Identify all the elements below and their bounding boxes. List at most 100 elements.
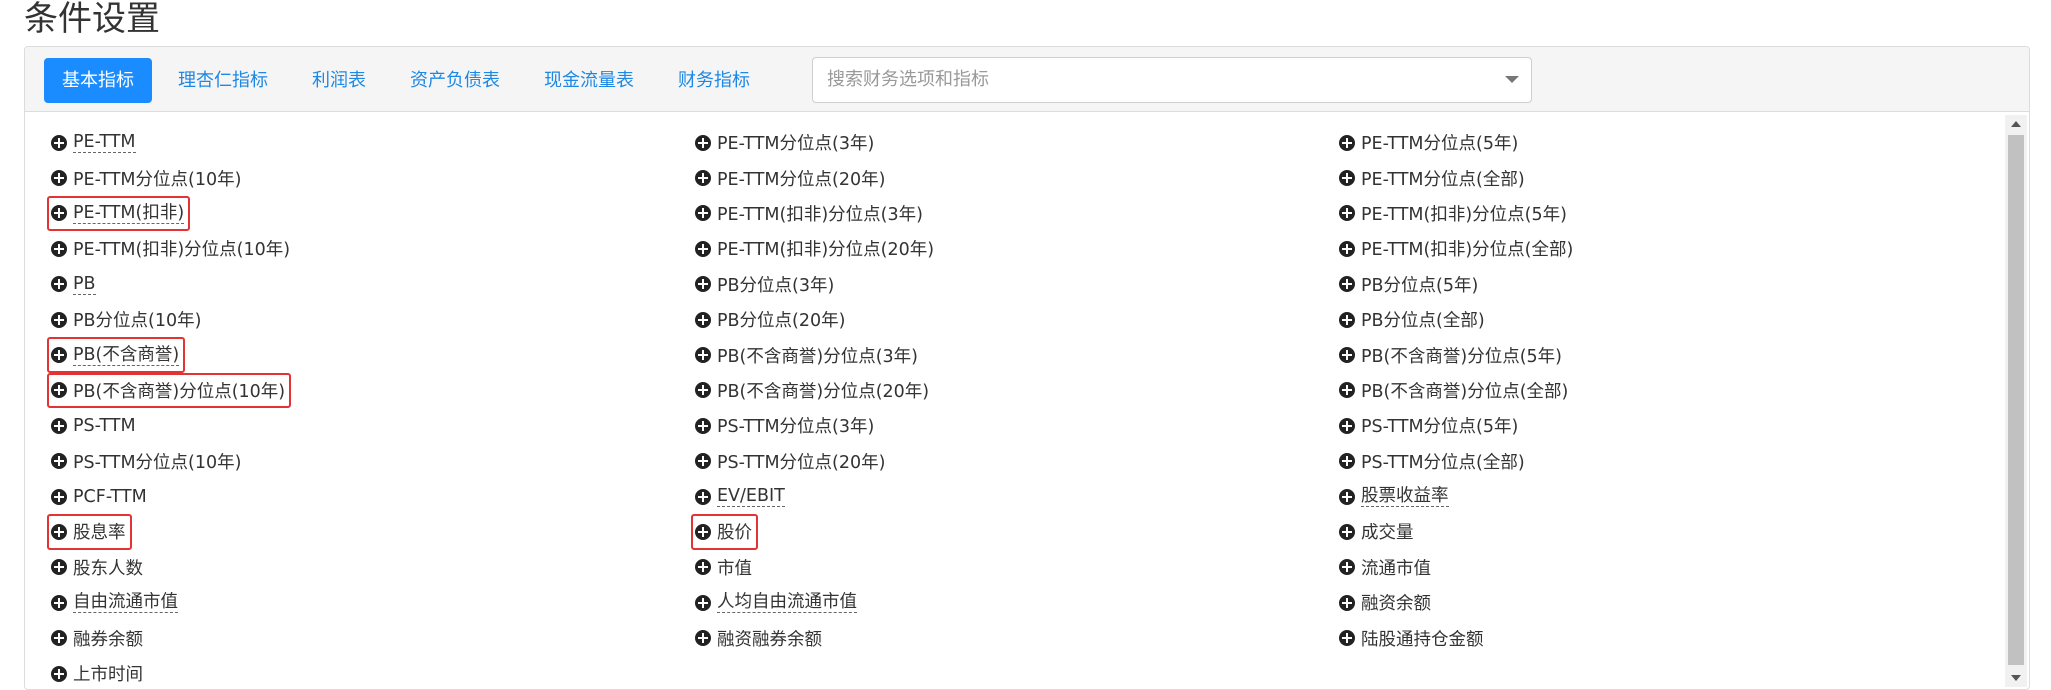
option-item[interactable]: PS-TTM <box>47 408 142 443</box>
plus-circle-icon[interactable] <box>1339 559 1355 576</box>
tab-financial-indicators[interactable]: 财务指标 <box>660 58 768 103</box>
plus-circle-icon[interactable] <box>695 453 711 470</box>
option-item[interactable]: PS-TTM分位点(5年) <box>1335 408 1524 443</box>
option-item[interactable]: PE-TTM分位点(5年) <box>1335 125 1524 160</box>
plus-circle-icon[interactable] <box>1339 170 1355 187</box>
option-item[interactable]: PE-TTM(扣非)分位点(20年) <box>691 231 940 266</box>
plus-circle-icon[interactable] <box>51 488 67 505</box>
plus-circle-icon[interactable] <box>695 523 711 540</box>
option-item[interactable]: PE-TTM分位点(10年) <box>47 160 247 195</box>
plus-circle-icon[interactable] <box>695 630 711 647</box>
option-item[interactable]: PB(不含商誉)分位点(20年) <box>691 373 935 408</box>
option-item[interactable]: 自由流通市值 <box>47 585 184 620</box>
plus-circle-icon[interactable] <box>51 523 67 540</box>
option-item[interactable]: 融资融券余额 <box>691 620 828 655</box>
option-item[interactable]: 流通市值 <box>1335 550 1437 585</box>
option-item[interactable]: 股票收益率 <box>1335 479 1455 514</box>
option-item[interactable]: PE-TTM分位点(全部) <box>1335 160 1531 195</box>
plus-circle-icon[interactable] <box>1339 417 1355 434</box>
plus-circle-icon[interactable] <box>695 276 711 293</box>
option-item[interactable]: PE-TTM分位点(3年) <box>691 125 880 160</box>
plus-circle-icon[interactable] <box>1339 453 1355 470</box>
plus-circle-icon[interactable] <box>51 665 67 682</box>
plus-circle-icon[interactable] <box>695 205 711 222</box>
plus-circle-icon[interactable] <box>1339 347 1355 364</box>
plus-circle-icon[interactable] <box>51 276 67 293</box>
option-item[interactable]: 人均自由流通市值 <box>691 585 863 620</box>
tab-income-statement[interactable]: 利润表 <box>294 58 384 103</box>
search-select[interactable]: 搜索财务选项和指标 <box>812 57 1532 103</box>
plus-circle-icon[interactable] <box>695 417 711 434</box>
plus-circle-icon[interactable] <box>695 382 711 399</box>
option-item[interactable]: 上市时间 <box>47 656 149 690</box>
option-item[interactable]: 股东人数 <box>47 550 149 585</box>
plus-circle-icon[interactable] <box>1339 276 1355 293</box>
plus-circle-icon[interactable] <box>1339 630 1355 647</box>
option-item[interactable]: 融资余额 <box>1335 585 1437 620</box>
plus-circle-icon[interactable] <box>1339 134 1355 151</box>
plus-circle-icon[interactable] <box>1339 523 1355 540</box>
option-item[interactable]: PB(不含商誉)分位点(3年) <box>691 337 924 372</box>
option-item[interactable]: PE-TTM(扣非)分位点(3年) <box>691 196 929 231</box>
scroll-down-icon[interactable] <box>2011 675 2021 681</box>
plus-circle-icon[interactable] <box>51 417 67 434</box>
option-item[interactable]: PE-TTM分位点(20年) <box>691 160 891 195</box>
plus-circle-icon[interactable] <box>1339 240 1355 257</box>
option-item[interactable]: PB分位点(全部) <box>1335 302 1491 337</box>
option-item[interactable]: PB(不含商誉) <box>47 337 186 373</box>
option-item[interactable]: PE-TTM(扣非)分位点(全部) <box>1335 231 1579 266</box>
plus-circle-icon[interactable] <box>695 488 711 505</box>
option-item[interactable]: EV/EBIT <box>691 479 791 514</box>
plus-circle-icon[interactable] <box>51 453 67 470</box>
option-item[interactable]: PS-TTM分位点(全部) <box>1335 444 1531 479</box>
plus-circle-icon[interactable] <box>1339 488 1355 505</box>
plus-circle-icon[interactable] <box>695 347 711 364</box>
option-item[interactable]: PE-TTM(扣非)分位点(10年) <box>47 231 296 266</box>
plus-circle-icon[interactable] <box>51 559 67 576</box>
plus-circle-icon[interactable] <box>51 170 67 187</box>
option-item[interactable]: PB分位点(3年) <box>691 267 840 302</box>
option-item[interactable]: PE-TTM(扣非)分位点(5年) <box>1335 196 1573 231</box>
option-item[interactable]: PB分位点(5年) <box>1335 267 1484 302</box>
option-item[interactable]: PB(不含商誉)分位点(全部) <box>1335 373 1574 408</box>
option-item[interactable]: PS-TTM分位点(20年) <box>691 444 891 479</box>
plus-circle-icon[interactable] <box>695 240 711 257</box>
scroll-thumb[interactable] <box>2008 135 2024 665</box>
tab-cash-flow-statement[interactable]: 现金流量表 <box>526 58 652 103</box>
plus-circle-icon[interactable] <box>51 134 67 151</box>
plus-circle-icon[interactable] <box>1339 594 1355 611</box>
plus-circle-icon[interactable] <box>51 311 67 328</box>
option-item[interactable]: 市值 <box>691 550 758 585</box>
option-item[interactable]: PS-TTM分位点(10年) <box>47 444 247 479</box>
option-item[interactable]: PE-TTM <box>47 125 142 160</box>
plus-circle-icon[interactable] <box>695 594 711 611</box>
plus-circle-icon[interactable] <box>695 559 711 576</box>
plus-circle-icon[interactable] <box>1339 311 1355 328</box>
plus-circle-icon[interactable] <box>1339 382 1355 399</box>
plus-circle-icon[interactable] <box>695 134 711 151</box>
tab-balance-sheet[interactable]: 资产负债表 <box>392 58 518 103</box>
option-item[interactable]: 成交量 <box>1335 514 1420 549</box>
option-item[interactable]: PB分位点(10年) <box>47 302 207 337</box>
plus-circle-icon[interactable] <box>51 382 67 399</box>
option-item[interactable]: PE-TTM(扣非) <box>47 195 191 232</box>
plus-circle-icon[interactable] <box>51 347 67 364</box>
option-item[interactable]: PB(不含商誉)分位点(5年) <box>1335 337 1568 372</box>
scroll-up-icon[interactable] <box>2011 121 2021 127</box>
plus-circle-icon[interactable] <box>51 594 67 611</box>
option-item[interactable]: 融券余额 <box>47 620 149 655</box>
tab-lixinger-indicators[interactable]: 理杏仁指标 <box>160 58 286 103</box>
vertical-scrollbar[interactable] <box>2005 115 2027 687</box>
tab-basic-indicators[interactable]: 基本指标 <box>44 58 152 103</box>
option-item[interactable]: 股价 <box>691 514 758 550</box>
option-item[interactable]: PB(不含商誉)分位点(10年) <box>47 372 292 409</box>
plus-circle-icon[interactable] <box>51 240 67 257</box>
plus-circle-icon[interactable] <box>695 311 711 328</box>
option-item[interactable]: 股息率 <box>47 514 132 550</box>
option-item[interactable]: 陆股通持仓金额 <box>1335 620 1490 655</box>
plus-circle-icon[interactable] <box>51 630 67 647</box>
option-item[interactable]: PS-TTM分位点(3年) <box>691 408 880 443</box>
plus-circle-icon[interactable] <box>695 170 711 187</box>
plus-circle-icon[interactable] <box>1339 205 1355 222</box>
chevron-down-icon[interactable] <box>1505 76 1519 83</box>
